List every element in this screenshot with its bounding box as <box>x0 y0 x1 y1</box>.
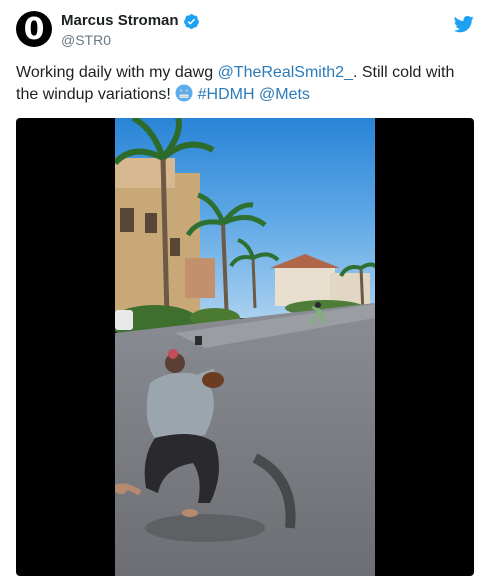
tweet-card: 0 Marcus Stroman @STR0 Working daily wit… <box>0 0 486 582</box>
mention-link[interactable]: @TheRealSmith2_ <box>218 64 353 81</box>
tweet-text-part: Working daily with my dawg <box>16 64 218 81</box>
video-thumbnail[interactable] <box>115 118 375 576</box>
avatar-glyph: 0 <box>23 12 45 47</box>
verified-badge-icon <box>183 13 199 29</box>
user-handle[interactable]: @STR0 <box>61 32 111 48</box>
twitter-bird-icon[interactable] <box>454 14 474 34</box>
display-name[interactable]: Marcus Stroman <box>61 12 179 30</box>
hashtag-link[interactable]: #HDMH <box>198 86 255 103</box>
tweet-header: 0 Marcus Stroman @STR0 <box>16 10 476 50</box>
mention-link[interactable]: @Mets <box>259 86 310 103</box>
cold-face-emoji-icon <box>175 84 193 102</box>
name-row: Marcus Stroman <box>61 12 200 30</box>
avatar[interactable]: 0 <box>16 11 52 47</box>
tweet-text: Working daily with my dawg @TheRealSmith… <box>16 62 468 106</box>
video-player[interactable] <box>16 118 474 576</box>
